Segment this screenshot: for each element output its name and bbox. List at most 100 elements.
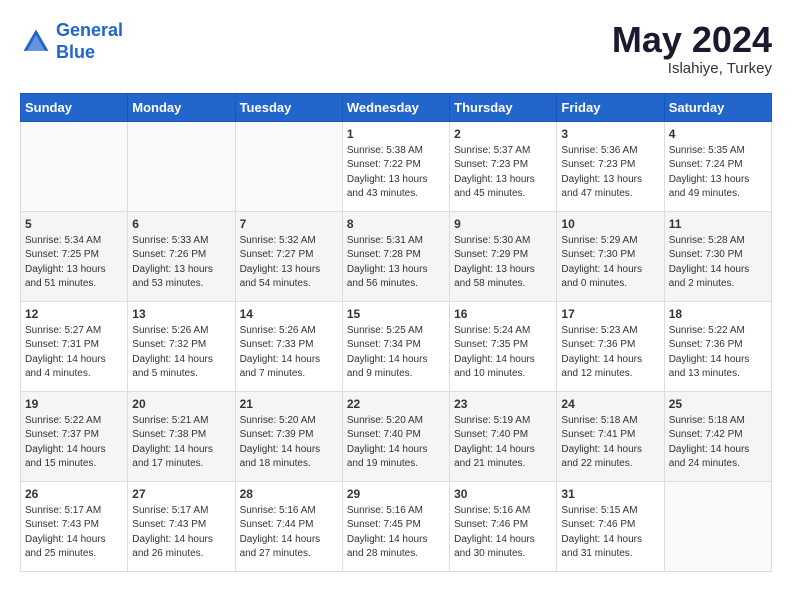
day-number: 2 (454, 127, 552, 141)
day-info: Sunrise: 5:34 AM Sunset: 7:25 PM Dayligh… (25, 234, 123, 292)
day-number: 15 (347, 307, 445, 321)
day-info: Sunrise: 5:36 AM Sunset: 7:23 PM Dayligh… (561, 144, 659, 202)
calendar-cell: 11 Sunrise: 5:28 AM Sunset: 7:30 PM Dayli… (664, 211, 771, 301)
calendar-week-row: 26 Sunrise: 5:17 AM Sunset: 7:43 PM Dayli… (21, 481, 772, 571)
calendar-cell: 16 Sunrise: 5:24 AM Sunset: 7:35 PM Dayli… (450, 301, 557, 391)
weekday-header: Tuesday (235, 93, 342, 121)
calendar-week-row: 19 Sunrise: 5:22 AM Sunset: 7:37 PM Dayli… (21, 391, 772, 481)
month-year: May 2024 (612, 20, 772, 60)
day-info: Sunrise: 5:29 AM Sunset: 7:30 PM Dayligh… (561, 234, 659, 292)
day-info: Sunrise: 5:38 AM Sunset: 7:22 PM Dayligh… (347, 144, 445, 202)
day-number: 12 (25, 307, 123, 321)
day-info: Sunrise: 5:24 AM Sunset: 7:35 PM Dayligh… (454, 324, 552, 382)
day-info: Sunrise: 5:25 AM Sunset: 7:34 PM Dayligh… (347, 324, 445, 382)
calendar-cell: 21 Sunrise: 5:20 AM Sunset: 7:39 PM Dayli… (235, 391, 342, 481)
logo: General Blue (20, 20, 123, 63)
day-number: 4 (669, 127, 767, 141)
day-number: 13 (132, 307, 230, 321)
calendar-cell: 17Sunrise: 5:23 AM Sunset: 7:36 PM Dayli… (557, 301, 664, 391)
day-number: 5 (25, 217, 123, 231)
calendar-table: SundayMondayTuesdayWednesdayThursdayFrid… (20, 93, 772, 572)
day-number: 27 (132, 487, 230, 501)
day-info: Sunrise: 5:16 AM Sunset: 7:46 PM Dayligh… (454, 504, 552, 562)
logo-text: General Blue (56, 20, 123, 63)
weekday-header: Sunday (21, 93, 128, 121)
day-number: 24 (561, 397, 659, 411)
day-number: 26 (25, 487, 123, 501)
day-info: Sunrise: 5:17 AM Sunset: 7:43 PM Dayligh… (25, 504, 123, 562)
calendar-cell: 26 Sunrise: 5:17 AM Sunset: 7:43 PM Dayli… (21, 481, 128, 571)
calendar-cell: 6 Sunrise: 5:33 AM Sunset: 7:26 PM Daylig… (128, 211, 235, 301)
day-info: Sunrise: 5:27 AM Sunset: 7:31 PM Dayligh… (25, 324, 123, 382)
calendar-cell: 23Sunrise: 5:19 AM Sunset: 7:40 PM Dayli… (450, 391, 557, 481)
day-info: Sunrise: 5:30 AM Sunset: 7:29 PM Dayligh… (454, 234, 552, 292)
calendar-cell: 22Sunrise: 5:20 AM Sunset: 7:40 PM Dayli… (342, 391, 449, 481)
day-number: 25 (669, 397, 767, 411)
calendar-cell (21, 121, 128, 211)
calendar-cell: 12 Sunrise: 5:27 AM Sunset: 7:31 PM Dayli… (21, 301, 128, 391)
calendar-cell: 25Sunrise: 5:18 AM Sunset: 7:42 PM Dayli… (664, 391, 771, 481)
day-number: 17 (561, 307, 659, 321)
day-number: 19 (25, 397, 123, 411)
day-info: Sunrise: 5:35 AM Sunset: 7:24 PM Dayligh… (669, 144, 767, 202)
calendar-cell: 18 Sunrise: 5:22 AM Sunset: 7:36 PM Dayli… (664, 301, 771, 391)
day-number: 7 (240, 217, 338, 231)
calendar-cell: 7Sunrise: 5:32 AM Sunset: 7:27 PM Daylig… (235, 211, 342, 301)
day-info: Sunrise: 5:31 AM Sunset: 7:28 PM Dayligh… (347, 234, 445, 292)
day-info: Sunrise: 5:22 AM Sunset: 7:36 PM Dayligh… (669, 324, 767, 382)
calendar-cell: 19 Sunrise: 5:22 AM Sunset: 7:37 PM Dayli… (21, 391, 128, 481)
calendar-cell: 13 Sunrise: 5:26 AM Sunset: 7:32 PM Dayli… (128, 301, 235, 391)
title-block: May 2024 Islahiye, Turkey (612, 20, 772, 77)
calendar-cell: 28Sunrise: 5:16 AM Sunset: 7:44 PM Dayli… (235, 481, 342, 571)
logo-line2: Blue (56, 42, 95, 62)
day-info: Sunrise: 5:26 AM Sunset: 7:32 PM Dayligh… (132, 324, 230, 382)
calendar-cell: 24 Sunrise: 5:18 AM Sunset: 7:41 PM Dayli… (557, 391, 664, 481)
day-info: Sunrise: 5:20 AM Sunset: 7:39 PM Dayligh… (240, 414, 338, 472)
day-number: 28 (240, 487, 338, 501)
day-number: 30 (454, 487, 552, 501)
day-info: Sunrise: 5:19 AM Sunset: 7:40 PM Dayligh… (454, 414, 552, 472)
calendar-cell (128, 121, 235, 211)
calendar-cell: 30 Sunrise: 5:16 AM Sunset: 7:46 PM Dayli… (450, 481, 557, 571)
day-info: Sunrise: 5:17 AM Sunset: 7:43 PM Dayligh… (132, 504, 230, 562)
calendar-cell: 27 Sunrise: 5:17 AM Sunset: 7:43 PM Dayli… (128, 481, 235, 571)
day-number: 6 (132, 217, 230, 231)
day-info: Sunrise: 5:26 AM Sunset: 7:33 PM Dayligh… (240, 324, 338, 382)
calendar-week-row: 12 Sunrise: 5:27 AM Sunset: 7:31 PM Dayli… (21, 301, 772, 391)
day-number: 22 (347, 397, 445, 411)
day-number: 21 (240, 397, 338, 411)
calendar-cell: 5 Sunrise: 5:34 AM Sunset: 7:25 PM Daylig… (21, 211, 128, 301)
calendar-cell: 10 Sunrise: 5:29 AM Sunset: 7:30 PM Dayli… (557, 211, 664, 301)
weekday-header: Thursday (450, 93, 557, 121)
day-number: 10 (561, 217, 659, 231)
day-number: 11 (669, 217, 767, 231)
calendar-cell (235, 121, 342, 211)
calendar-cell: 8 Sunrise: 5:31 AM Sunset: 7:28 PM Daylig… (342, 211, 449, 301)
location: Islahiye, Turkey (612, 60, 772, 77)
calendar-cell: 14Sunrise: 5:26 AM Sunset: 7:33 PM Dayli… (235, 301, 342, 391)
day-info: Sunrise: 5:33 AM Sunset: 7:26 PM Dayligh… (132, 234, 230, 292)
day-info: Sunrise: 5:22 AM Sunset: 7:37 PM Dayligh… (25, 414, 123, 472)
weekday-header: Saturday (664, 93, 771, 121)
calendar-cell (664, 481, 771, 571)
calendar-cell: 3 Sunrise: 5:36 AM Sunset: 7:23 PM Daylig… (557, 121, 664, 211)
day-number: 3 (561, 127, 659, 141)
weekday-header: Wednesday (342, 93, 449, 121)
logo-icon (20, 26, 52, 58)
day-number: 29 (347, 487, 445, 501)
day-number: 18 (669, 307, 767, 321)
calendar-cell: 15 Sunrise: 5:25 AM Sunset: 7:34 PM Dayli… (342, 301, 449, 391)
day-number: 16 (454, 307, 552, 321)
calendar-week-row: 5 Sunrise: 5:34 AM Sunset: 7:25 PM Daylig… (21, 211, 772, 301)
calendar-cell: 2Sunrise: 5:37 AM Sunset: 7:23 PM Daylig… (450, 121, 557, 211)
day-number: 8 (347, 217, 445, 231)
logo-line1: General (56, 20, 123, 40)
day-number: 20 (132, 397, 230, 411)
calendar-cell: 29Sunrise: 5:16 AM Sunset: 7:45 PM Dayli… (342, 481, 449, 571)
day-info: Sunrise: 5:15 AM Sunset: 7:46 PM Dayligh… (561, 504, 659, 562)
day-info: Sunrise: 5:18 AM Sunset: 7:41 PM Dayligh… (561, 414, 659, 472)
weekday-header-row: SundayMondayTuesdayWednesdayThursdayFrid… (21, 93, 772, 121)
calendar-week-row: 1Sunrise: 5:38 AM Sunset: 7:22 PM Daylig… (21, 121, 772, 211)
day-info: Sunrise: 5:28 AM Sunset: 7:30 PM Dayligh… (669, 234, 767, 292)
calendar-cell: 9Sunrise: 5:30 AM Sunset: 7:29 PM Daylig… (450, 211, 557, 301)
